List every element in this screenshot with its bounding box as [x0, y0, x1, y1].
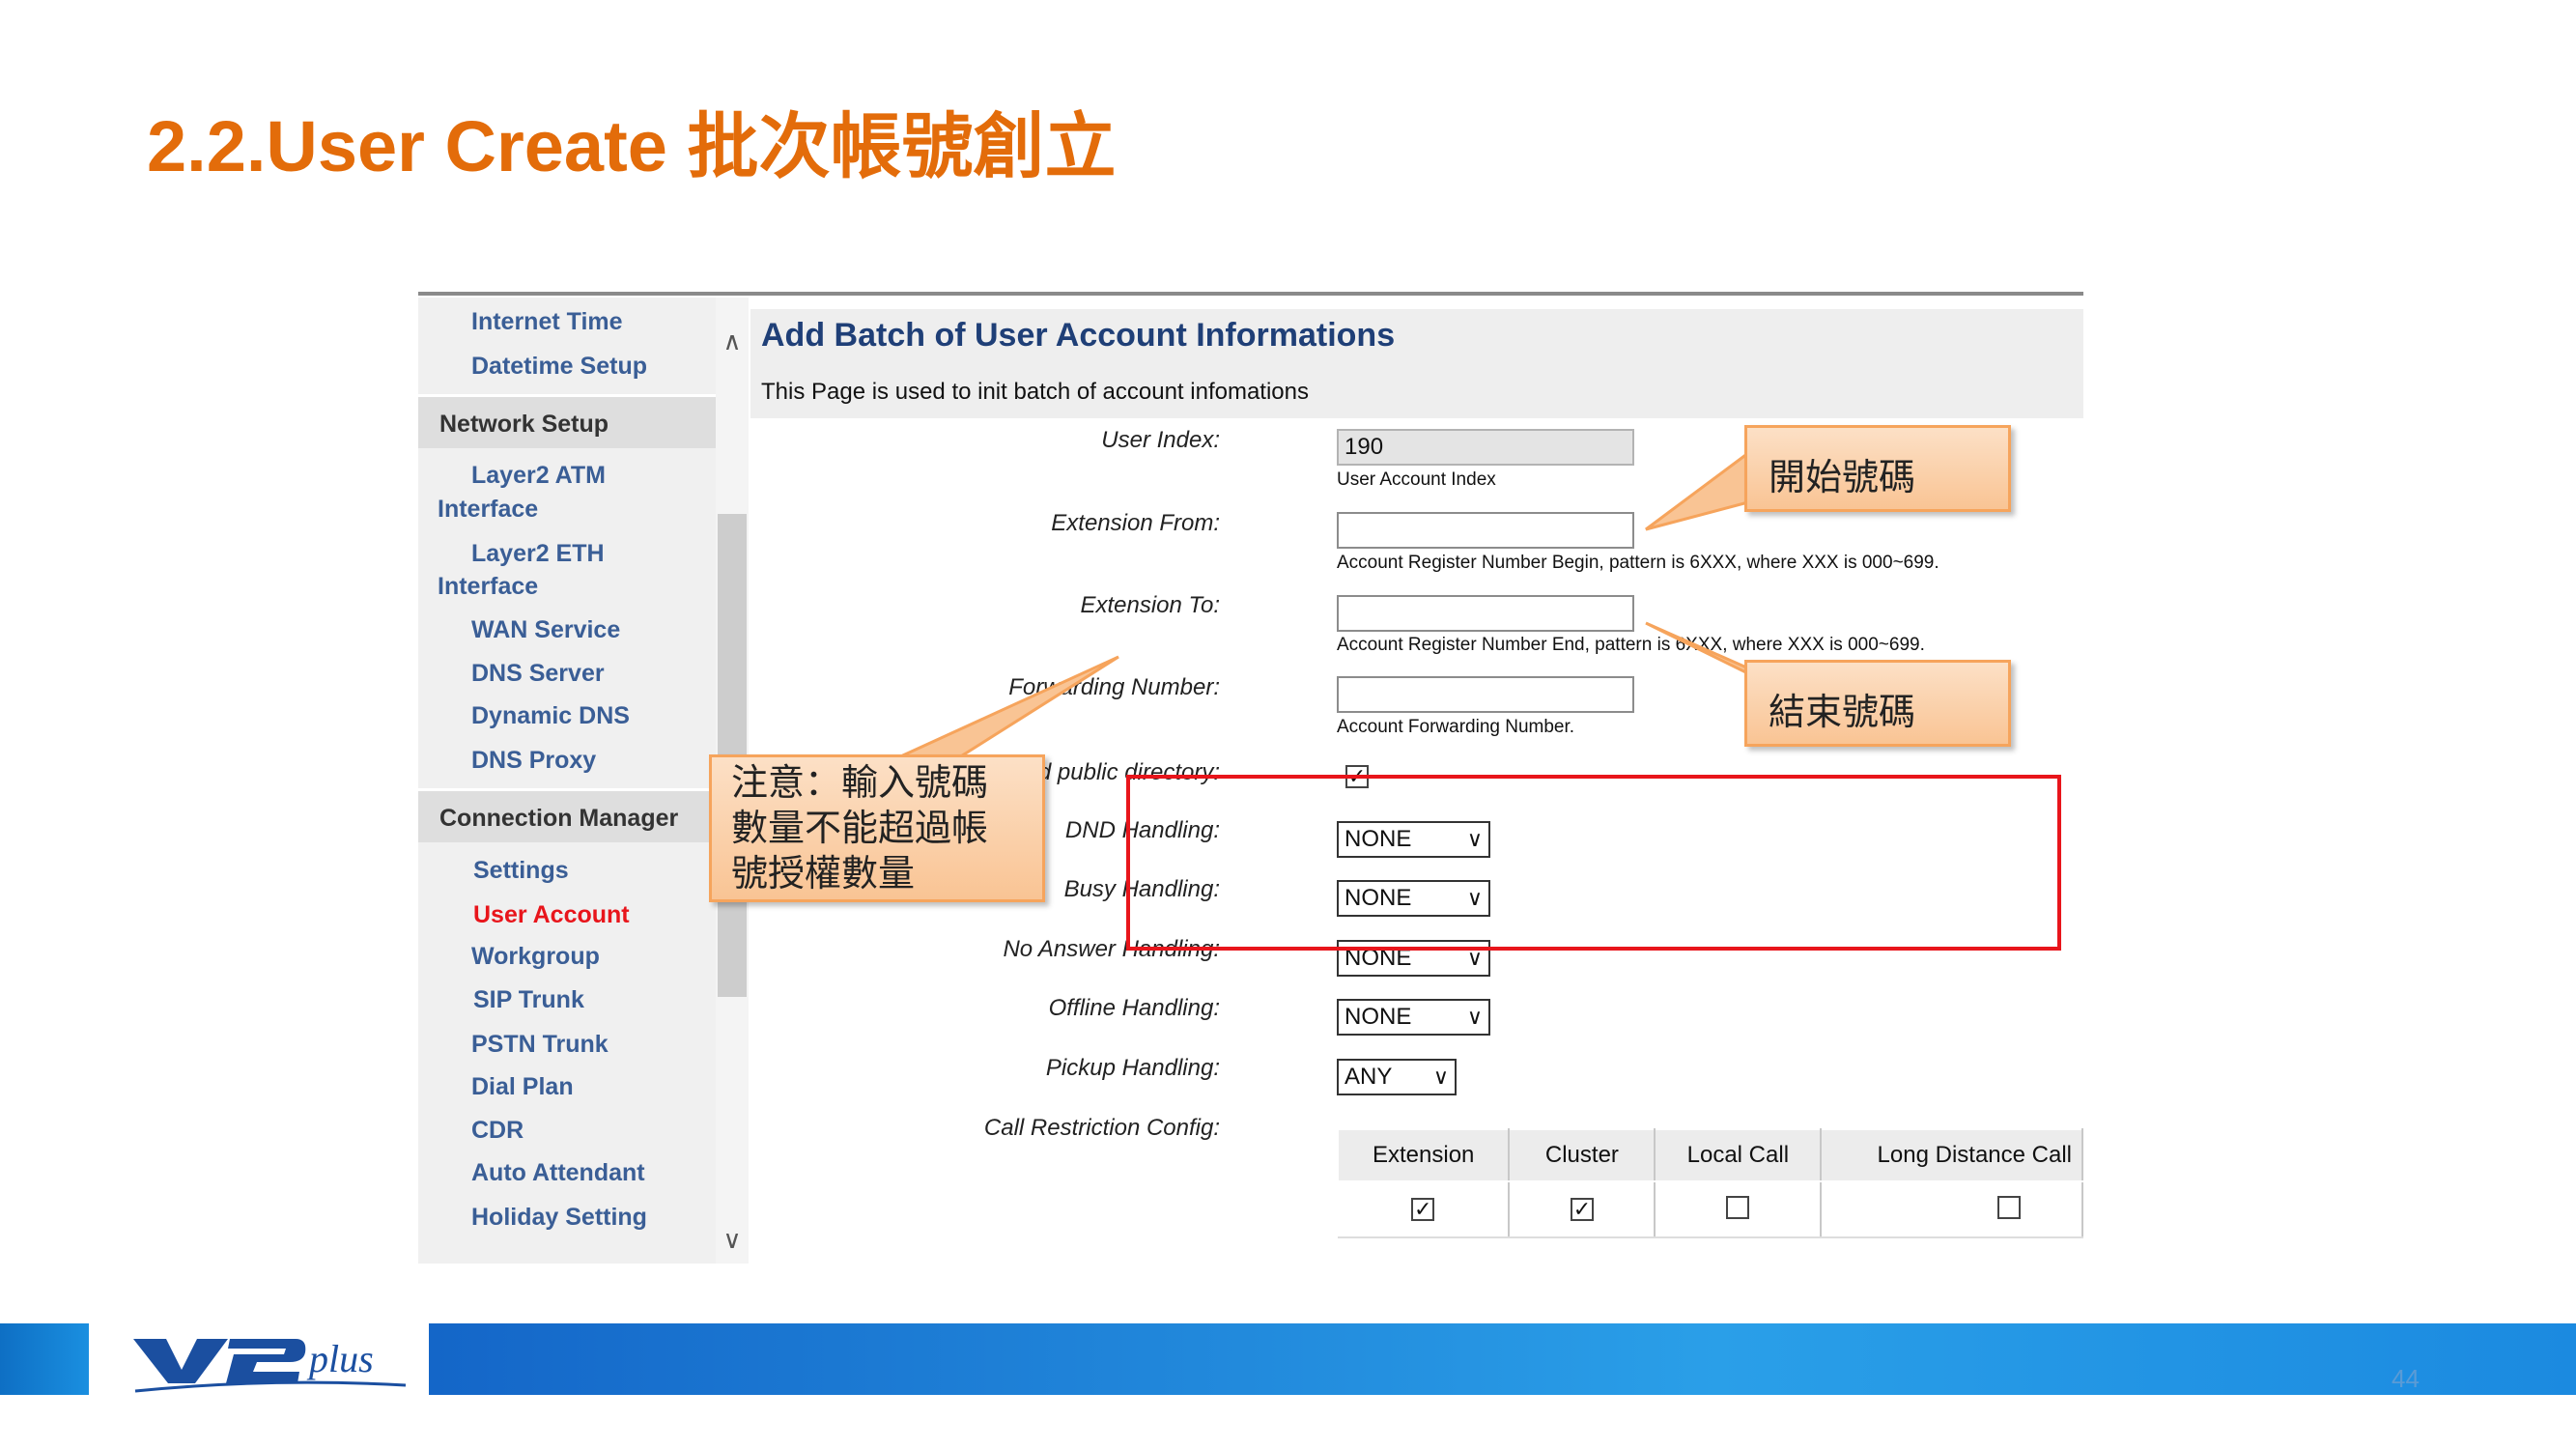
- column-cluster: Cluster: [1508, 1128, 1656, 1182]
- chevron-down-icon: ∨: [1466, 1005, 1483, 1029]
- sidebar-item-dynamic-dns[interactable]: Dynamic DNS: [471, 699, 630, 732]
- end-number-callout: 結束號碼: [1744, 660, 2011, 747]
- sidebar-item-cdr[interactable]: CDR: [471, 1114, 524, 1147]
- sidebar-item-wan-service[interactable]: WAN Service: [471, 613, 620, 646]
- pickup-select[interactable]: ANY ∨: [1337, 1059, 1457, 1095]
- extension-from-label-wrap: Extension From:: [930, 510, 1220, 545]
- extension-to-input[interactable]: [1337, 595, 1634, 632]
- sidebar-item-layer2-eth[interactable]: Layer2 ETH: [471, 537, 605, 570]
- page-number: 44: [2392, 1364, 2420, 1393]
- sidebar-item-dns-server[interactable]: DNS Server: [471, 657, 605, 690]
- table-header-row: Extension Cluster Local Call Long Distan…: [1336, 1128, 2083, 1182]
- table-cell: [1821, 1181, 2083, 1238]
- logo-plus-text: plus: [306, 1337, 374, 1380]
- extension-to-label: Extension To:: [1080, 592, 1220, 618]
- sidebar-section-network-setup[interactable]: Network Setup: [418, 394, 716, 448]
- footer-band-left: [0, 1323, 89, 1395]
- note-line-3: 號授權數量: [731, 854, 916, 895]
- column-extension: Extension: [1336, 1128, 1511, 1182]
- extension-from-hint: Account Register Number Begin, pattern i…: [1337, 553, 1939, 573]
- logo-swoosh: [134, 1380, 407, 1393]
- chevron-down-icon: ∨: [1432, 1065, 1449, 1089]
- user-index-label-wrap: User Index:: [930, 427, 1220, 462]
- slide-title: 2.2.User Create 批次帳號創立: [147, 106, 1117, 186]
- start-number-callout: 開始號碼: [1744, 425, 2011, 512]
- sidebar-section-connection-manager[interactable]: Connection Manager: [418, 788, 716, 842]
- logo-v-shape: [133, 1339, 228, 1383]
- offline-value: NONE: [1345, 1004, 1412, 1030]
- table-cell: ✓: [1338, 1181, 1511, 1238]
- pickup-label-wrap: Pickup Handling:: [930, 1055, 1220, 1090]
- user-index-field[interactable]: 190: [1337, 429, 1634, 466]
- extension-restriction-checkbox[interactable]: ✓: [1411, 1197, 1435, 1221]
- user-index-hint: User Account Index: [1337, 469, 1496, 485]
- sidebar-item-internet-time[interactable]: Internet Time: [471, 305, 623, 338]
- call-restriction-table: Extension Cluster Local Call Long Distan…: [1336, 1128, 2083, 1238]
- sidebar-item-layer2-atm-cont[interactable]: Interface: [438, 493, 538, 526]
- note-callout: 注意：輸入號碼 數量不能超過帳 號授權數量: [709, 754, 1045, 902]
- offline-select[interactable]: NONE ∨: [1337, 999, 1490, 1036]
- sidebar-item-layer2-eth-cont[interactable]: Interface: [438, 570, 538, 603]
- extension-from-input[interactable]: [1337, 512, 1634, 549]
- call-restriction-label-wrap: Call Restriction Config:: [930, 1115, 1220, 1150]
- footer-band-right: [429, 1323, 2576, 1395]
- sidebar-item-settings[interactable]: Settings: [473, 854, 569, 887]
- chevron-down-icon[interactable]: ∨: [716, 1223, 749, 1256]
- sidebar-item-pstn-trunk[interactable]: PSTN Trunk: [471, 1028, 609, 1061]
- sidebar-item-dns-proxy[interactable]: DNS Proxy: [471, 744, 596, 777]
- extension-to-hint: Account Register Number End, pattern is …: [1337, 635, 1925, 655]
- column-local-call: Local Call: [1654, 1128, 1823, 1182]
- chevron-up-icon[interactable]: ∧: [716, 325, 749, 357]
- offline-label: Offline Handling:: [1048, 995, 1220, 1021]
- logo-2-shape: [226, 1339, 306, 1383]
- cluster-restriction-checkbox[interactable]: ✓: [1570, 1197, 1594, 1221]
- table-cell: ✓: [1509, 1181, 1656, 1238]
- user-index-label: User Index:: [1101, 427, 1220, 453]
- forwarding-number-input[interactable]: [1337, 676, 1634, 713]
- sidebar-item-dial-plan[interactable]: Dial Plan: [471, 1070, 574, 1103]
- sidebar-item-auto-attendant[interactable]: Auto Attendant: [471, 1156, 645, 1189]
- checkmark-icon: ✓: [1413, 1197, 1432, 1221]
- call-restriction-label: Call Restriction Config:: [983, 1115, 1220, 1141]
- page-title: Add Batch of User Account Informations: [761, 317, 1396, 354]
- sidebar-item-datetime-setup[interactable]: Datetime Setup: [471, 350, 647, 383]
- sidebar-item-workgroup[interactable]: Workgroup: [471, 940, 600, 973]
- checkmark-icon: ✓: [1572, 1197, 1592, 1221]
- sidebar-item-sip-trunk[interactable]: SIP Trunk: [473, 983, 584, 1016]
- divider: [418, 292, 2083, 296]
- table-cell: [1655, 1181, 1823, 1238]
- note-line-1: 注意：輸入號碼: [731, 763, 989, 804]
- extension-from-label: Extension From:: [1051, 510, 1220, 536]
- page-description: This Page is used to init batch of accou…: [761, 379, 1309, 405]
- sidebar-item-layer2-atm[interactable]: Layer2 ATM: [471, 459, 606, 492]
- forwarding-hint: Account Forwarding Number.: [1337, 717, 1575, 737]
- pickup-label: Pickup Handling:: [1045, 1055, 1220, 1081]
- v2plus-logo: plus: [133, 1337, 407, 1393]
- extension-range-highlight: [1126, 775, 2061, 951]
- long-distance-restriction-checkbox[interactable]: [1997, 1195, 2022, 1219]
- extension-to-label-wrap: Extension To:: [930, 592, 1220, 627]
- offline-label-wrap: Offline Handling:: [930, 995, 1220, 1030]
- local-call-restriction-checkbox[interactable]: [1726, 1195, 1750, 1219]
- forwarding-label-wrap: Forwarding Number:: [930, 674, 1220, 709]
- note-line-2: 數量不能超過帳: [731, 809, 989, 849]
- sidebar-item-user-account[interactable]: User Account: [473, 898, 630, 931]
- column-long-distance-call: Long Distance Call: [1820, 1128, 2083, 1182]
- sidebar-item-holiday-setting[interactable]: Holiday Setting: [471, 1201, 647, 1234]
- table-row: ✓ ✓: [1338, 1181, 2083, 1238]
- pickup-value: ANY: [1345, 1064, 1393, 1090]
- forwarding-label: Forwarding Number:: [1008, 674, 1220, 700]
